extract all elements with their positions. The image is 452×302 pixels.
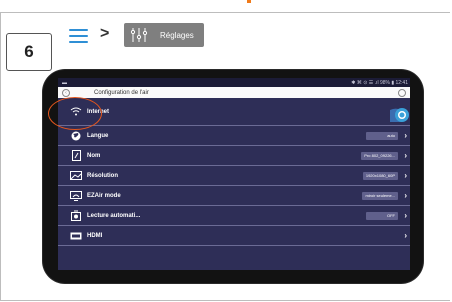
settings-row-ezair-mode[interactable]: EZAir mode miroir seuleme... › (58, 186, 410, 206)
back-icon[interactable]: ‹ (62, 88, 70, 97)
mirror-screen-icon (70, 190, 82, 201)
chevron-right-icon: › (404, 131, 407, 140)
row-value: Pro 802_09226... (361, 151, 398, 160)
orange-marker (247, 0, 251, 3)
status-bar: ▬ ✱ ⌘ ⊙ ☰ .ıl 98% ▮ 12:41 (58, 78, 410, 87)
top-border (0, 0, 452, 4)
status-right: ✱ ⌘ ⊙ ☰ .ıl 98% ▮ 12:41 (351, 79, 408, 86)
chevron-right-icon: › (404, 231, 407, 240)
settings-row-hdmi[interactable]: HDMI › (58, 226, 410, 246)
row-value: 1920x1080_60P (362, 171, 398, 180)
rename-icon (70, 150, 82, 161)
ezair-logo-icon (390, 108, 409, 122)
highlight-circle (48, 97, 102, 130)
settings-label: Réglages (160, 30, 194, 40)
config-header: ‹ Configuration de l'air (58, 87, 410, 98)
row-label: EZAir mode (87, 192, 121, 199)
row-label: Nom (87, 152, 101, 159)
chevron-right-icon: › (404, 211, 407, 220)
row-label: Langue (87, 132, 109, 139)
row-label: Lecture automati... (87, 212, 141, 219)
app-screen: ▬ ✱ ⌘ ⊙ ☰ .ıl 98% ▮ 12:41 ‹ Configuratio… (58, 78, 410, 270)
settings-button[interactable]: Réglages (124, 23, 204, 47)
row-value: miroir seuleme... (362, 191, 398, 200)
sliders-icon (130, 28, 148, 42)
autoplay-icon (70, 210, 82, 221)
chevron-right-icon: › (404, 171, 407, 180)
settings-row-internet[interactable]: Internet (58, 98, 410, 126)
refresh-icon[interactable] (398, 88, 406, 97)
step-number: 6 (6, 33, 52, 71)
hdmi-icon (70, 231, 82, 241)
chevron-right-icon: › (404, 191, 407, 200)
config-title: Configuration de l'air (94, 89, 149, 96)
row-value: auto (366, 131, 398, 140)
settings-row-autoplay[interactable]: Lecture automati... OFF › (58, 206, 410, 226)
row-label: Résolution (87, 172, 118, 179)
breadcrumb-separator: > (100, 25, 110, 42)
status-left: ▬ (62, 79, 67, 86)
settings-row-resolution[interactable]: Résolution 1920x1080_60P › (58, 166, 410, 186)
row-value: OFF (366, 211, 398, 220)
row-label: HDMI (87, 232, 103, 239)
settings-row-name[interactable]: Nom Pro 802_09226... › (58, 146, 410, 166)
chevron-right-icon: › (404, 151, 407, 160)
image-icon (70, 171, 82, 181)
globe-icon (70, 131, 82, 141)
settings-row-language[interactable]: Langue auto › (58, 126, 410, 146)
hamburger-menu-icon[interactable] (69, 29, 88, 43)
